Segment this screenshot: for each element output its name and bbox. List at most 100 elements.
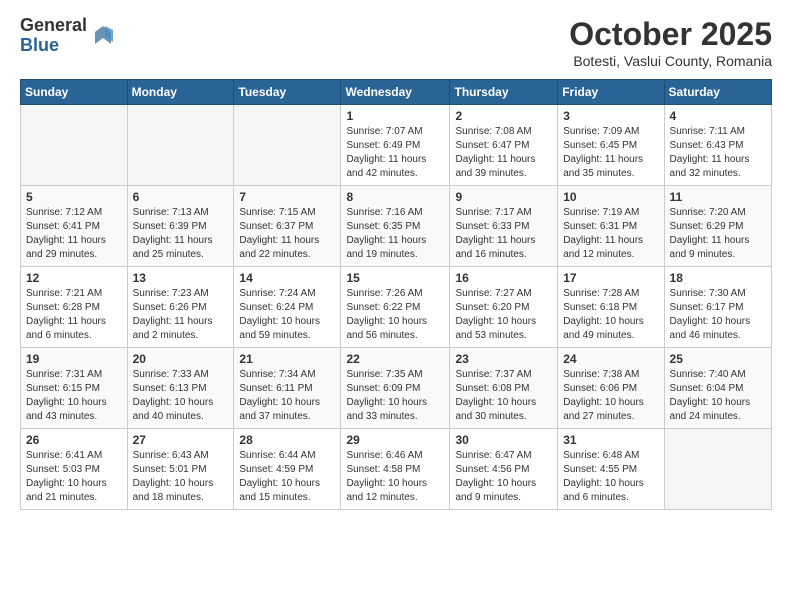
calendar-body: 1Sunrise: 7:07 AM Sunset: 6:49 PM Daylig… (21, 105, 772, 510)
calendar-cell: 27Sunrise: 6:43 AM Sunset: 5:01 PM Dayli… (127, 429, 234, 510)
weekday-header: Thursday (450, 80, 558, 105)
day-number: 17 (563, 271, 658, 285)
logo-general: General (20, 16, 87, 36)
logo: General Blue (20, 16, 115, 56)
calendar-cell: 26 Sunrise: 6:41 AM Sunset: 5:03 PM Dayli… (21, 429, 128, 510)
day-info: Sunrise: 6:41 AM Sunset: 5:03 PM Dayligh… (26, 449, 122, 505)
calendar-cell: 14 Sunrise: 7:24 AM Sunset: 6:24 PM Dayli… (234, 267, 341, 348)
calendar-cell: 20 Sunrise: 7:33 AM Sunset: 6:13 PM Dayli… (127, 348, 234, 429)
month-title: October 2025 (569, 16, 772, 53)
day-number: 26 (26, 433, 122, 447)
day-info: Sunrise: 6:46 AM Sunset: 4:58 PM Dayligh… (346, 449, 444, 505)
day-info: Sunrise: 7:27 AM Sunset: 6:20 PM Dayligh… (455, 287, 552, 343)
calendar-cell: 28 Sunrise: 6:44 AM Sunset: 4:59 PM Dayli… (234, 429, 341, 510)
calendar-cell: 3 Sunrise: 7:09 AM Sunset: 6:45 PM Daylig… (558, 105, 664, 186)
calendar-cell: 21 Sunrise: 7:34 AM Sunset: 6:11 PM Dayli… (234, 348, 341, 429)
day-number: 6 (133, 190, 229, 204)
day-number: 24 (563, 352, 658, 366)
day-info: Sunrise: 7:34 AM Sunset: 6:11 PM Dayligh… (239, 368, 335, 424)
day-info: Sunrise: 7:23 AM Sunset: 6:26 PM Dayligh… (133, 287, 229, 343)
day-info: Sunrise: 7:24 AM Sunset: 6:24 PM Dayligh… (239, 287, 335, 343)
day-info: Sunrise: 7:11 AM Sunset: 6:43 PM Dayligh… (670, 125, 766, 181)
calendar-cell (127, 105, 234, 186)
calendar-cell: 31 Sunrise: 6:48 AM Sunset: 4:55 PM Dayli… (558, 429, 664, 510)
weekday-header: Saturday (664, 80, 771, 105)
day-info: Sunrise: 7:28 AM Sunset: 6:18 PM Dayligh… (563, 287, 658, 343)
weekday-header: Friday (558, 80, 664, 105)
calendar-week-row: 12 Sunrise: 7:21 AM Sunset: 6:28 PM Dayli… (21, 267, 772, 348)
calendar-cell: 25 Sunrise: 7:40 AM Sunset: 6:04 PM Dayli… (664, 348, 771, 429)
day-number: 3 (563, 109, 658, 123)
day-info: Sunrise: 7:20 AM Sunset: 6:29 PM Dayligh… (670, 206, 766, 262)
day-number: 14 (239, 271, 335, 285)
calendar-cell: 30 Sunrise: 6:47 AM Sunset: 4:56 PM Dayli… (450, 429, 558, 510)
title-area: October 2025 Botesti, Vaslui County, Rom… (569, 16, 772, 69)
day-info: Sunrise: 7:13 AM Sunset: 6:39 PM Dayligh… (133, 206, 229, 262)
day-info: Sunrise: 7:38 AM Sunset: 6:06 PM Dayligh… (563, 368, 658, 424)
day-number: 25 (670, 352, 766, 366)
day-number: 2 (455, 109, 552, 123)
calendar-cell (664, 429, 771, 510)
calendar-cell: 4 Sunrise: 7:11 AM Sunset: 6:43 PM Daylig… (664, 105, 771, 186)
day-number: 22 (346, 352, 444, 366)
day-number: 12 (26, 271, 122, 285)
calendar-cell: 23 Sunrise: 7:37 AM Sunset: 6:08 PM Dayli… (450, 348, 558, 429)
day-info: Sunrise: 7:21 AM Sunset: 6:28 PM Dayligh… (26, 287, 122, 343)
day-number: 30 (455, 433, 552, 447)
calendar-cell: 15 Sunrise: 7:26 AM Sunset: 6:22 PM Dayli… (341, 267, 450, 348)
day-number: 23 (455, 352, 552, 366)
day-number: 20 (133, 352, 229, 366)
day-info: Sunrise: 7:26 AM Sunset: 6:22 PM Dayligh… (346, 287, 444, 343)
day-number: 5 (26, 190, 122, 204)
calendar-week-row: 5 Sunrise: 7:12 AM Sunset: 6:41 PM Daylig… (21, 186, 772, 267)
day-info: Sunrise: 7:40 AM Sunset: 6:04 PM Dayligh… (670, 368, 766, 424)
calendar-cell: 13 Sunrise: 7:23 AM Sunset: 6:26 PM Dayli… (127, 267, 234, 348)
calendar-cell: 12 Sunrise: 7:21 AM Sunset: 6:28 PM Dayli… (21, 267, 128, 348)
day-info: Sunrise: 7:37 AM Sunset: 6:08 PM Dayligh… (455, 368, 552, 424)
day-info: Sunrise: 7:15 AM Sunset: 6:37 PM Dayligh… (239, 206, 335, 262)
day-number: 11 (670, 190, 766, 204)
calendar-cell: 5 Sunrise: 7:12 AM Sunset: 6:41 PM Daylig… (21, 186, 128, 267)
day-number: 8 (346, 190, 444, 204)
day-number: 28 (239, 433, 335, 447)
calendar-cell (234, 105, 341, 186)
header: General Blue October 2025 Botesti, Vaslu… (20, 16, 772, 69)
day-info: Sunrise: 6:48 AM Sunset: 4:55 PM Dayligh… (563, 449, 658, 505)
day-number: 18 (670, 271, 766, 285)
day-number: 13 (133, 271, 229, 285)
logo-blue: Blue (20, 36, 87, 56)
calendar-cell: 16 Sunrise: 7:27 AM Sunset: 6:20 PM Dayli… (450, 267, 558, 348)
day-number: 16 (455, 271, 552, 285)
day-info: Sunrise: 7:33 AM Sunset: 6:13 PM Dayligh… (133, 368, 229, 424)
calendar-header: SundayMondayTuesdayWednesdayThursdayFrid… (21, 80, 772, 105)
weekday-header: Wednesday (341, 80, 450, 105)
day-info: Sunrise: 7:12 AM Sunset: 6:41 PM Dayligh… (26, 206, 122, 262)
day-info: Sunrise: 7:35 AM Sunset: 6:09 PM Dayligh… (346, 368, 444, 424)
day-info: Sunrise: 7:08 AM Sunset: 6:47 PM Dayligh… (455, 125, 552, 181)
location: Botesti, Vaslui County, Romania (569, 53, 772, 69)
day-info: Sunrise: 6:43 AM Sunset: 5:01 PM Dayligh… (133, 449, 229, 505)
calendar-cell: 18 Sunrise: 7:30 AM Sunset: 6:17 PM Dayli… (664, 267, 771, 348)
calendar-cell: 7Sunrise: 7:15 AM Sunset: 6:37 PM Daylig… (234, 186, 341, 267)
day-info: Sunrise: 7:17 AM Sunset: 6:33 PM Dayligh… (455, 206, 552, 262)
logo-text: General Blue (20, 16, 87, 56)
day-number: 21 (239, 352, 335, 366)
day-info: Sunrise: 7:30 AM Sunset: 6:17 PM Dayligh… (670, 287, 766, 343)
day-number: 4 (670, 109, 766, 123)
day-number: 19 (26, 352, 122, 366)
calendar-cell: 8Sunrise: 7:16 AM Sunset: 6:35 PM Daylig… (341, 186, 450, 267)
day-info: Sunrise: 7:09 AM Sunset: 6:45 PM Dayligh… (563, 125, 658, 181)
calendar: SundayMondayTuesdayWednesdayThursdayFrid… (20, 79, 772, 510)
calendar-cell: 24 Sunrise: 7:38 AM Sunset: 6:06 PM Dayli… (558, 348, 664, 429)
day-number: 29 (346, 433, 444, 447)
calendar-cell (21, 105, 128, 186)
calendar-week-row: 1Sunrise: 7:07 AM Sunset: 6:49 PM Daylig… (21, 105, 772, 186)
day-info: Sunrise: 7:19 AM Sunset: 6:31 PM Dayligh… (563, 206, 658, 262)
day-number: 1 (346, 109, 444, 123)
day-number: 31 (563, 433, 658, 447)
weekday-header: Monday (127, 80, 234, 105)
calendar-cell: 29 Sunrise: 6:46 AM Sunset: 4:58 PM Dayli… (341, 429, 450, 510)
day-info: Sunrise: 6:47 AM Sunset: 4:56 PM Dayligh… (455, 449, 552, 505)
day-info: Sunrise: 6:44 AM Sunset: 4:59 PM Dayligh… (239, 449, 335, 505)
day-number: 15 (346, 271, 444, 285)
